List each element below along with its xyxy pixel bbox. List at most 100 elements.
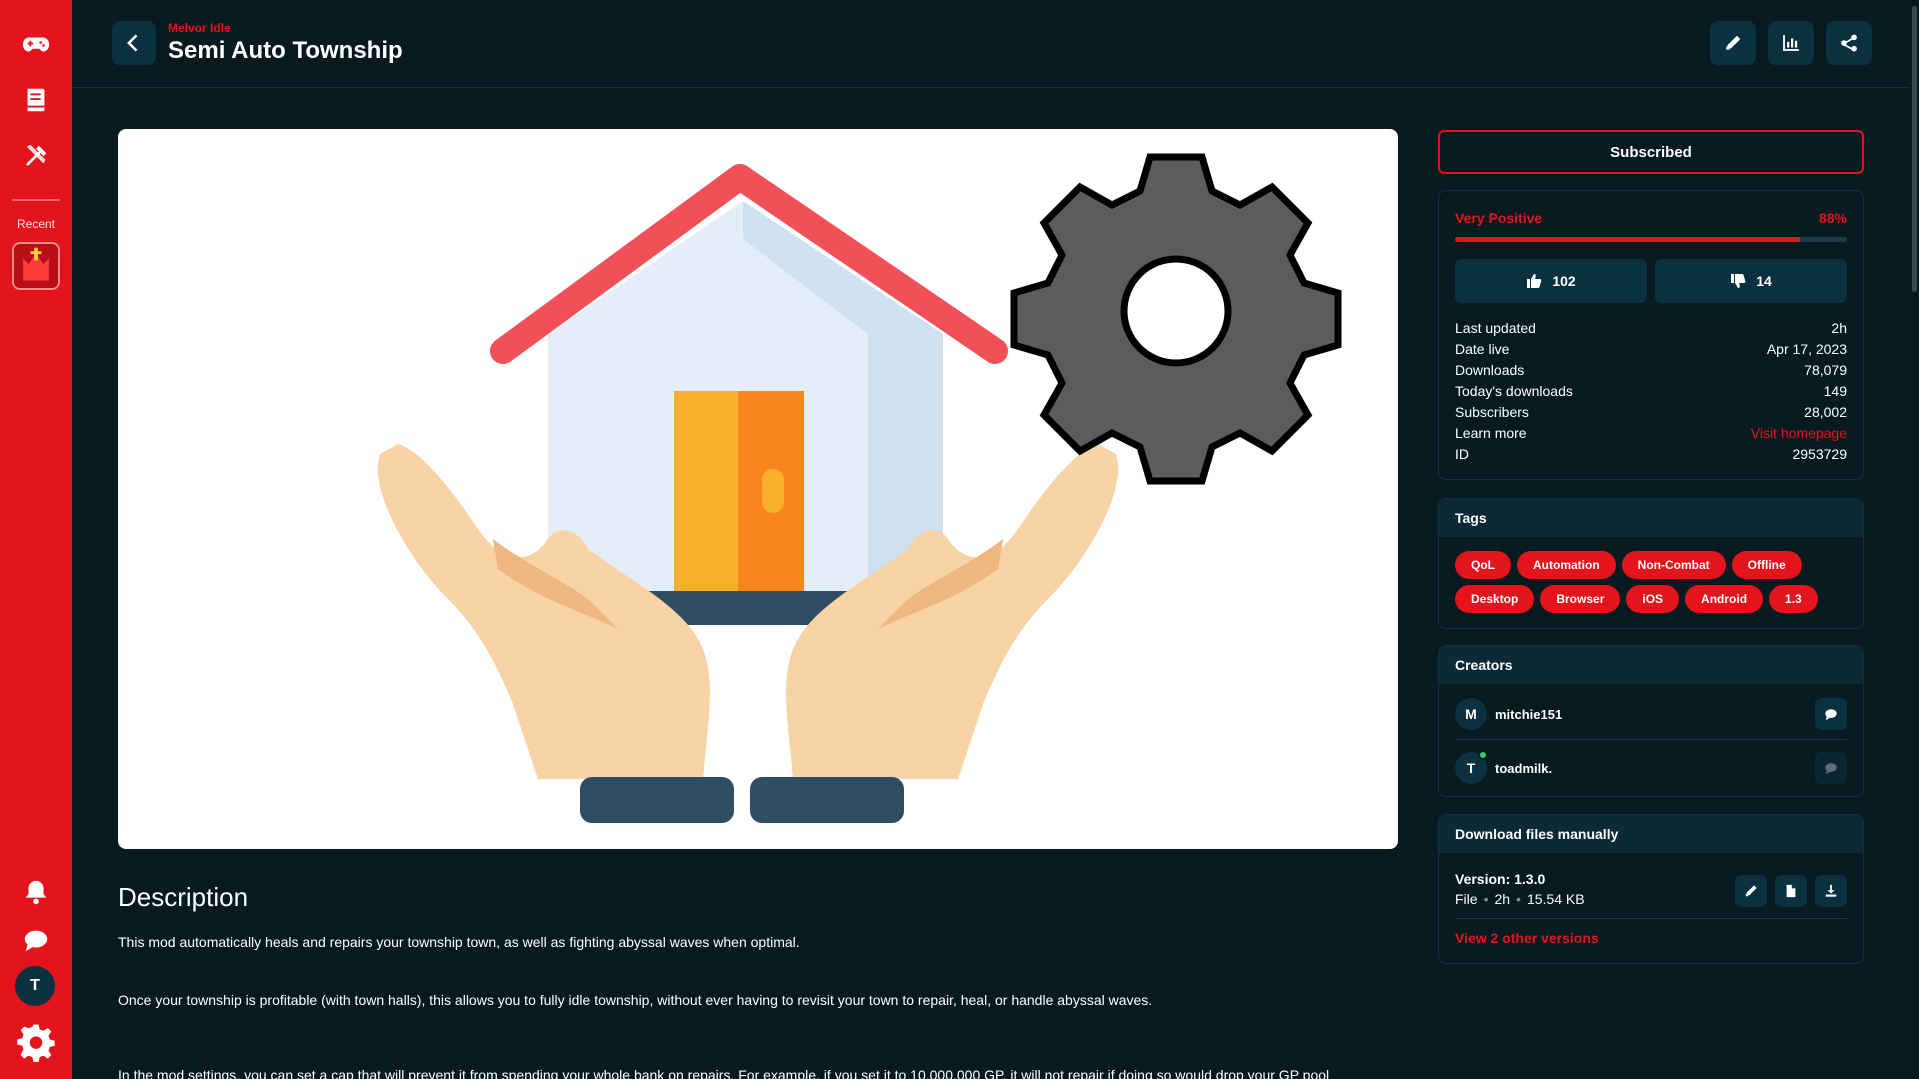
meta-separator: •: [1516, 891, 1521, 907]
chat-bubble-icon: [1825, 763, 1837, 775]
view-file-button[interactable]: [1775, 875, 1807, 907]
stat-row-downloads: Downloads 78,079: [1455, 362, 1847, 378]
gamepad-icon[interactable]: [18, 26, 54, 62]
downvote-button[interactable]: 14: [1655, 259, 1847, 303]
tag-pill[interactable]: Automation: [1517, 551, 1616, 579]
house-in-hands-gear-illustration: [377, 153, 1342, 823]
sidebar-divider: [12, 199, 60, 201]
upvote-button[interactable]: 102: [1455, 259, 1647, 303]
version-label: Version: 1.3.0: [1455, 871, 1546, 887]
chevron-left-icon: [127, 34, 138, 52]
share-icon: [1841, 34, 1857, 52]
tag-pill[interactable]: QoL: [1455, 551, 1511, 579]
rating-bar-fill: [1455, 237, 1800, 242]
description-heading: Description: [118, 882, 249, 912]
edit-button[interactable]: [1710, 21, 1756, 65]
stat-row-todays-downloads: Today's downloads 149: [1455, 383, 1847, 399]
tag-pill[interactable]: 1.3: [1769, 585, 1818, 613]
file-size: 15.54 KB: [1526, 891, 1585, 907]
book-icon[interactable]: [18, 82, 54, 118]
stat-value: 2953729: [1792, 446, 1847, 462]
meta-separator: •: [1483, 891, 1489, 907]
description-paragraph: Once your township is profitable (with t…: [118, 992, 1153, 1008]
tag-pill[interactable]: iOS: [1626, 585, 1680, 613]
tag-pill[interactable]: Offline: [1731, 551, 1802, 579]
settings-icon[interactable]: [14, 1020, 58, 1064]
creator-row[interactable]: M mitchie151: [1455, 694, 1847, 734]
tools-icon[interactable]: [18, 138, 54, 174]
creator-name[interactable]: mitchie151: [1495, 707, 1815, 722]
download-file-button[interactable]: [1815, 875, 1847, 907]
message-creator-button[interactable]: [1815, 752, 1847, 784]
page-title: Semi Auto Township: [168, 37, 403, 64]
download-icon: [1825, 884, 1837, 897]
pencil-icon: [1745, 885, 1757, 897]
creator-initial: T: [1466, 760, 1476, 776]
stat-row-last-updated: Last updated 2h: [1455, 320, 1847, 336]
thumbs-up-icon: [1527, 274, 1542, 288]
stat-label: ID: [1455, 446, 1469, 462]
online-status-dot: [1478, 750, 1488, 760]
stat-label: Last updated: [1455, 320, 1536, 336]
stat-value: 2h: [1831, 320, 1847, 336]
edit-file-button[interactable]: [1735, 875, 1767, 907]
file-icon: [1786, 884, 1796, 898]
stat-label: Today's downloads: [1455, 383, 1573, 399]
visit-homepage-link[interactable]: Visit homepage: [1751, 425, 1847, 441]
stat-value: 78,079: [1804, 362, 1847, 378]
stats-button[interactable]: [1768, 21, 1814, 65]
stat-value: 28,002: [1804, 404, 1847, 420]
tag-pill[interactable]: Android: [1685, 585, 1764, 613]
file-meta: File • 2h • 15.54 KB: [1455, 891, 1585, 907]
stat-label: Downloads: [1455, 362, 1525, 378]
thumbs-down-icon: [1731, 274, 1746, 288]
tag-pill[interactable]: Browser: [1540, 585, 1621, 613]
user-avatar[interactable]: T: [15, 966, 55, 1006]
tag-pill[interactable]: Non-Combat: [1621, 551, 1726, 579]
tag-pill[interactable]: Desktop: [1455, 585, 1535, 613]
chat-icon[interactable]: [18, 922, 54, 958]
rating-stats-card: Very Positive 88% 102 14 Last updated 2h…: [1438, 190, 1864, 480]
file-age: 2h: [1494, 891, 1511, 907]
recent-label: Recent: [16, 217, 56, 231]
download-divider: [1455, 918, 1847, 919]
bell-icon[interactable]: [18, 874, 54, 910]
stat-row-date-live: Date live Apr 17, 2023: [1455, 341, 1847, 357]
view-other-versions-link[interactable]: View 2 other versions: [1455, 930, 1599, 946]
back-button[interactable]: [112, 21, 156, 65]
creator-row[interactable]: T toadmilk.: [1455, 748, 1847, 788]
scrollbar-thumb[interactable]: [1912, 6, 1917, 292]
left-sidebar: Recent T: [0, 0, 72, 1079]
tags-card: Tags QoL Automation Non-Combat Offline Deskt…: [1438, 498, 1864, 629]
game-name-link[interactable]: Melvor Idle: [168, 21, 231, 35]
creator-name[interactable]: toadmilk.: [1495, 761, 1815, 776]
description-paragraph: In the mod settings, you can set a cap t…: [118, 1067, 1330, 1079]
pencil-icon: [1726, 35, 1741, 50]
creator-avatar: M: [1455, 698, 1487, 730]
rating-label: Very Positive: [1455, 210, 1543, 226]
page-header: Melvor Idle Semi Auto Township: [72, 0, 1910, 88]
subscribe-toggle-button[interactable]: Subscribed: [1438, 130, 1864, 174]
stat-row-subscribers: Subscribers 28,002: [1455, 404, 1847, 420]
download-files-card: Download files manually Version: 1.3.0 F…: [1438, 814, 1864, 964]
creators-card: Creators M mitchie151 T toadmilk.: [1438, 645, 1864, 797]
recent-game-thumbnail[interactable]: [12, 242, 60, 290]
creators-heading: Creators: [1439, 646, 1863, 684]
creator-divider: [1455, 739, 1847, 740]
mod-thumbnail-image: [118, 129, 1398, 849]
file-type: File: [1455, 891, 1478, 907]
stat-row-id: ID 2953729: [1455, 446, 1847, 462]
stat-label: Date live: [1455, 341, 1510, 357]
stat-label: Learn more: [1455, 425, 1527, 441]
downvote-count: 14: [1756, 273, 1772, 289]
stat-row-learn-more: Learn more Visit homepage: [1455, 425, 1847, 441]
download-heading: Download files manually: [1439, 815, 1863, 853]
tag-list: QoL Automation Non-Combat Offline Desktop Bro…: [1455, 551, 1855, 613]
share-button[interactable]: [1826, 21, 1872, 65]
tags-heading: Tags: [1439, 499, 1863, 537]
rating-percent: 88%: [1818, 210, 1847, 226]
stat-label: Subscribers: [1455, 404, 1529, 420]
rating-bar: [1455, 237, 1847, 242]
message-creator-button[interactable]: [1815, 698, 1847, 730]
upvote-count: 102: [1552, 273, 1576, 289]
